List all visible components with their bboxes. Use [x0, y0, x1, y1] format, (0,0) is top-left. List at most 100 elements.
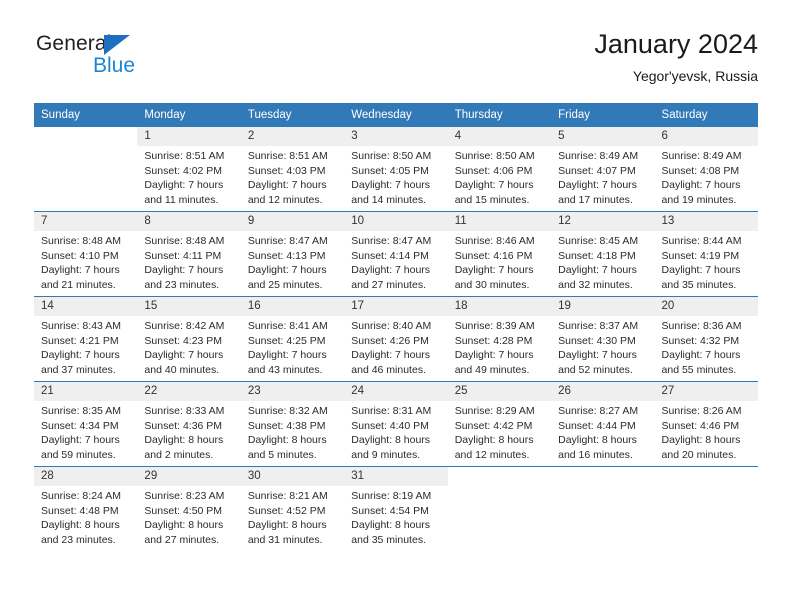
calendar-day-cell[interactable]: 18 Sunrise: 8:39 AM Sunset: 4:28 PM Dayligh…	[447, 296, 552, 382]
sunset-text: Sunset: 4:14 PM	[351, 249, 429, 262]
calendar-day-cell[interactable]: 3 Sunrise: 8:50 AM Sunset: 4:05 PM Daylight…	[344, 126, 448, 212]
sun-info: Sunrise: 8:51 AM Sunset: 4:03 PM Daylight:…	[241, 146, 344, 207]
calendar-day-cell[interactable]: 21 Sunrise: 8:35 AM Sunset: 4:34 PM Dayligh…	[34, 381, 138, 467]
sunset-text: Sunset: 4:05 PM	[351, 164, 429, 177]
sun-info: Sunrise: 8:31 AM Sunset: 4:40 PM Daylight:…	[344, 401, 447, 462]
sunset-text: Sunset: 4:18 PM	[558, 249, 636, 262]
calendar-day-cell[interactable]: 20 Sunrise: 8:36 AM Sunset: 4:32 PM Dayligh…	[654, 296, 758, 382]
sunset-text: Sunset: 4:19 PM	[661, 249, 740, 262]
daylight-text: Daylight: 8 hours	[351, 519, 431, 532]
daylight-text: Daylight: 7 hours	[661, 179, 741, 192]
daylight-text-cont: and 49 minutes.	[454, 363, 530, 376]
calendar-day-cell[interactable]: 19 Sunrise: 8:37 AM Sunset: 4:30 PM Dayligh…	[551, 296, 655, 382]
daylight-text: Daylight: 8 hours	[661, 434, 741, 447]
calendar-day-cell[interactable]: 24 Sunrise: 8:31 AM Sunset: 4:40 PM Dayligh…	[344, 381, 448, 467]
calendar-day-cell[interactable]: 12 Sunrise: 8:45 AM Sunset: 4:18 PM Dayligh…	[551, 211, 655, 297]
calendar-day-cell[interactable]: 16 Sunrise: 8:41 AM Sunset: 4:25 PM Dayligh…	[240, 296, 345, 382]
sunrise-text: Sunrise: 8:51 AM	[144, 150, 225, 162]
calendar-cell-empty	[654, 466, 758, 551]
day-number: 27	[654, 382, 758, 401]
daylight-text-cont: and 23 minutes.	[144, 278, 220, 291]
calendar-day-cell[interactable]: 26 Sunrise: 8:27 AM Sunset: 4:44 PM Dayligh…	[551, 381, 655, 467]
day-number: 26	[551, 382, 655, 401]
sun-info: Sunrise: 8:29 AM Sunset: 4:42 PM Daylight:…	[448, 401, 551, 462]
sun-info: Sunrise: 8:27 AM Sunset: 4:44 PM Daylight:…	[551, 401, 654, 462]
day-number: 4	[447, 127, 552, 146]
daylight-text: Daylight: 8 hours	[144, 519, 224, 532]
daylight-text: Daylight: 7 hours	[41, 264, 120, 277]
sunrise-text: Sunrise: 8:39 AM	[454, 320, 535, 332]
sunset-text: Sunset: 4:07 PM	[558, 164, 636, 177]
daylight-text: Daylight: 8 hours	[454, 434, 534, 447]
daylight-text-cont: and 16 minutes.	[558, 448, 633, 461]
calendar-day-cell[interactable]: 1 Sunrise: 8:51 AM Sunset: 4:02 PM Daylight…	[137, 126, 241, 212]
calendar-day-cell[interactable]: 8 Sunrise: 8:48 AM Sunset: 4:11 PM Daylight…	[137, 211, 241, 297]
sunset-text: Sunset: 4:10 PM	[41, 249, 119, 262]
calendar-day-cell[interactable]: 6 Sunrise: 8:49 AM Sunset: 4:08 PM Daylight…	[654, 126, 758, 212]
day-number: 10	[344, 212, 448, 231]
calendar-day-cell[interactable]: 11 Sunrise: 8:46 AM Sunset: 4:16 PM Dayligh…	[447, 211, 552, 297]
calendar-week-row: 14 Sunrise: 8:43 AM Sunset: 4:21 PM Dayligh…	[34, 296, 758, 382]
calendar-day-cell[interactable]: 4 Sunrise: 8:50 AM Sunset: 4:06 PM Daylight…	[447, 126, 552, 212]
sun-info: Sunrise: 8:51 AM Sunset: 4:02 PM Daylight:…	[137, 146, 240, 207]
daylight-text-cont: and 55 minutes.	[661, 363, 737, 376]
calendar-day-cell[interactable]: 7 Sunrise: 8:48 AM Sunset: 4:10 PM Daylight…	[34, 211, 138, 297]
day-number: 22	[137, 382, 241, 401]
calendar-day-cell[interactable]: 31 Sunrise: 8:19 AM Sunset: 4:54 PM Dayligh…	[344, 466, 448, 551]
calendar-table: Sunday Monday Tuesday Wednesday Thursday…	[34, 103, 758, 551]
calendar-day-cell[interactable]: 10 Sunrise: 8:47 AM Sunset: 4:14 PM Dayligh…	[344, 211, 448, 297]
calendar-day-cell[interactable]: 22 Sunrise: 8:33 AM Sunset: 4:36 PM Dayligh…	[137, 381, 241, 467]
calendar-day-cell[interactable]: 14 Sunrise: 8:43 AM Sunset: 4:21 PM Dayligh…	[34, 296, 138, 382]
day-number: 19	[551, 297, 655, 316]
sunset-text: Sunset: 4:02 PM	[144, 164, 223, 177]
sun-info: Sunrise: 8:44 AM Sunset: 4:19 PM Daylight:…	[655, 231, 758, 292]
day-number: 18	[447, 297, 552, 316]
sunrise-text: Sunrise: 8:27 AM	[558, 405, 639, 417]
day-number: 15	[137, 297, 241, 316]
daylight-text: Daylight: 7 hours	[558, 349, 637, 362]
sun-info: Sunrise: 8:43 AM Sunset: 4:21 PM Daylight:…	[34, 316, 137, 377]
sunset-text: Sunset: 4:44 PM	[558, 419, 636, 432]
calendar-day-cell[interactable]: 27 Sunrise: 8:26 AM Sunset: 4:46 PM Dayligh…	[654, 381, 758, 467]
calendar-day-cell[interactable]: 28 Sunrise: 8:24 AM Sunset: 4:48 PM Dayligh…	[34, 466, 138, 551]
sunrise-text: Sunrise: 8:48 AM	[41, 235, 121, 247]
daylight-text: Daylight: 8 hours	[247, 519, 327, 532]
sunrise-text: Sunrise: 8:51 AM	[247, 150, 328, 162]
logo-text-general: General	[36, 32, 112, 55]
daylight-text: Daylight: 7 hours	[661, 264, 741, 277]
daylight-text: Daylight: 7 hours	[144, 179, 224, 192]
sunrise-text: Sunrise: 8:47 AM	[351, 235, 432, 247]
sun-info: Sunrise: 8:42 AM Sunset: 4:23 PM Daylight:…	[137, 316, 240, 377]
calendar-day-cell[interactable]: 25 Sunrise: 8:29 AM Sunset: 4:42 PM Dayligh…	[447, 381, 552, 467]
calendar-day-cell[interactable]: 30 Sunrise: 8:21 AM Sunset: 4:52 PM Dayligh…	[240, 466, 345, 551]
sunset-text: Sunset: 4:21 PM	[41, 334, 119, 347]
calendar-day-cell[interactable]: 29 Sunrise: 8:23 AM Sunset: 4:50 PM Dayligh…	[137, 466, 241, 551]
sunrise-text: Sunrise: 8:50 AM	[454, 150, 535, 162]
day-number	[34, 127, 138, 146]
sun-info: Sunrise: 8:49 AM Sunset: 4:08 PM Daylight:…	[655, 146, 758, 207]
daylight-text-cont: and 17 minutes.	[558, 193, 633, 206]
weekday-header-wednesday: Wednesday	[344, 103, 448, 127]
sunset-text: Sunset: 4:16 PM	[454, 249, 533, 262]
weekday-header-friday: Friday	[551, 103, 655, 127]
day-number: 31	[344, 467, 448, 486]
day-number: 21	[34, 382, 138, 401]
calendar-day-cell[interactable]: 13 Sunrise: 8:44 AM Sunset: 4:19 PM Dayligh…	[654, 211, 758, 297]
calendar-day-cell[interactable]: 2 Sunrise: 8:51 AM Sunset: 4:03 PM Daylight…	[240, 126, 345, 212]
daylight-text: Daylight: 8 hours	[247, 434, 327, 447]
sunset-text: Sunset: 4:25 PM	[247, 334, 326, 347]
general-blue-logo[interactable]: General Blue	[34, 32, 264, 90]
calendar-day-cell[interactable]: 15 Sunrise: 8:42 AM Sunset: 4:23 PM Dayligh…	[137, 296, 241, 382]
sunset-text: Sunset: 4:23 PM	[144, 334, 223, 347]
calendar-day-cell[interactable]: 23 Sunrise: 8:32 AM Sunset: 4:38 PM Dayligh…	[240, 381, 345, 467]
calendar-day-cell[interactable]: 5 Sunrise: 8:49 AM Sunset: 4:07 PM Daylight…	[551, 126, 655, 212]
calendar-week-row: 7 Sunrise: 8:48 AM Sunset: 4:10 PM Daylight…	[34, 211, 758, 297]
weekday-header-sunday: Sunday	[34, 103, 138, 127]
calendar-day-cell[interactable]: 9 Sunrise: 8:47 AM Sunset: 4:13 PM Daylight…	[240, 211, 345, 297]
day-number: 24	[344, 382, 448, 401]
day-number: 13	[654, 212, 758, 231]
calendar-day-cell[interactable]: 17 Sunrise: 8:40 AM Sunset: 4:26 PM Dayligh…	[344, 296, 448, 382]
daylight-text-cont: and 35 minutes.	[661, 278, 737, 291]
sunrise-text: Sunrise: 8:33 AM	[144, 405, 225, 417]
sun-info: Sunrise: 8:50 AM Sunset: 4:06 PM Daylight:…	[448, 146, 551, 207]
